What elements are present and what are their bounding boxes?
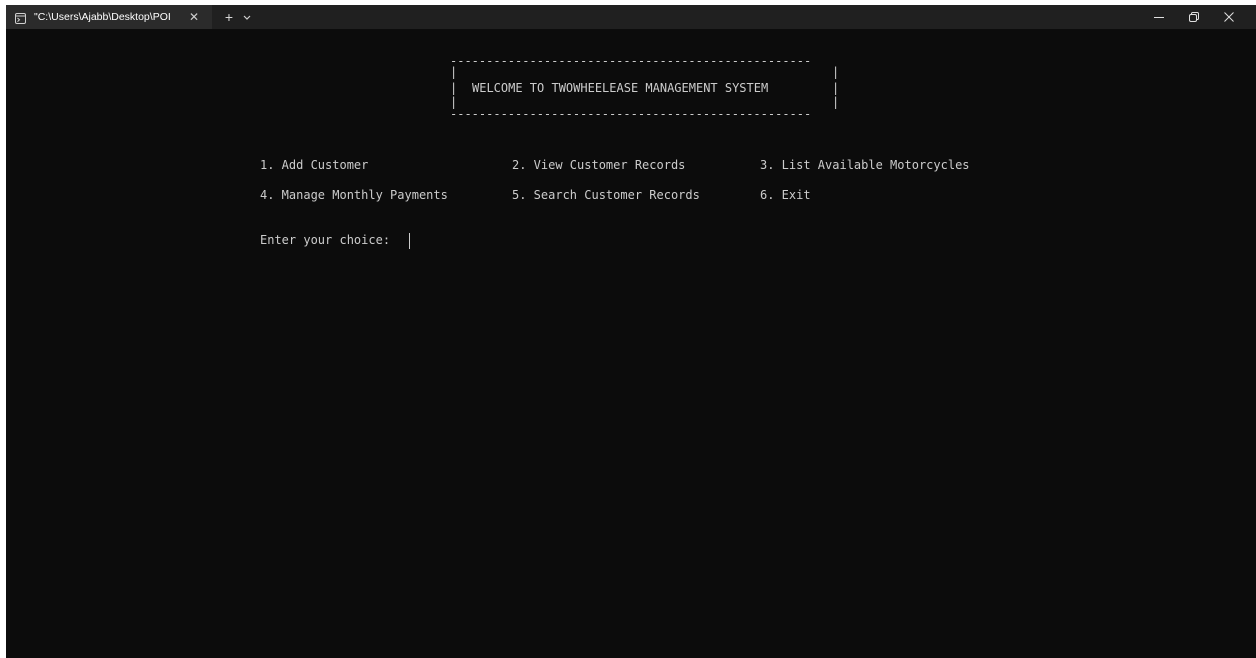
banner-border-right: |: [832, 95, 840, 109]
tab-title: "C:\Users\Ajabb\Desktop\POI: [34, 11, 171, 23]
banner-title: WELCOME TO TWOWHEELEASE MANAGEMENT SYSTE…: [472, 81, 769, 95]
menu-option-list-available-motorcycles: 3. List Available Motorcycles: [760, 158, 970, 172]
input-prompt: Enter your choice:: [260, 233, 398, 247]
restore-button[interactable]: [1177, 5, 1211, 29]
text-cursor[interactable]: [409, 233, 410, 249]
new-tab-button[interactable]: +: [220, 8, 238, 26]
menu-option-view-customer-records: 2. View Customer Records: [512, 158, 686, 172]
banner-border-right: |: [832, 81, 840, 95]
menu-option-search-customer-records: 5. Search Customer Records: [512, 188, 700, 202]
minimize-icon: [1154, 17, 1164, 18]
menu-option-manage-monthly-payments: 4. Manage Monthly Payments: [260, 188, 448, 202]
tab-active[interactable]: "C:\Users\Ajabb\Desktop\POI ✕: [6, 5, 212, 29]
menu-option-exit: 6. Exit: [760, 188, 811, 202]
close-icon: [1224, 12, 1234, 22]
banner-border-bottom: ----------------------------------------…: [450, 107, 812, 121]
banner-border-left: |: [450, 81, 458, 95]
terminal-window: "C:\Users\Ajabb\Desktop\POI ✕ + --------…: [6, 5, 1256, 658]
banner-border-right: |: [832, 65, 840, 79]
menu-option-add-customer: 1. Add Customer: [260, 158, 369, 172]
title-bar: "C:\Users\Ajabb\Desktop\POI ✕ +: [6, 5, 1256, 29]
banner-border-left: |: [450, 65, 458, 79]
close-window-button[interactable]: [1212, 5, 1246, 29]
restore-icon: [1189, 12, 1199, 22]
terminal-output[interactable]: ----------------------------------------…: [6, 29, 1256, 658]
minimize-button[interactable]: [1142, 5, 1176, 29]
banner-border-top: ----------------------------------------…: [450, 54, 812, 68]
chevron-down-icon[interactable]: [239, 8, 255, 26]
terminal-icon: [15, 11, 26, 24]
close-tab-icon[interactable]: ✕: [186, 9, 202, 25]
